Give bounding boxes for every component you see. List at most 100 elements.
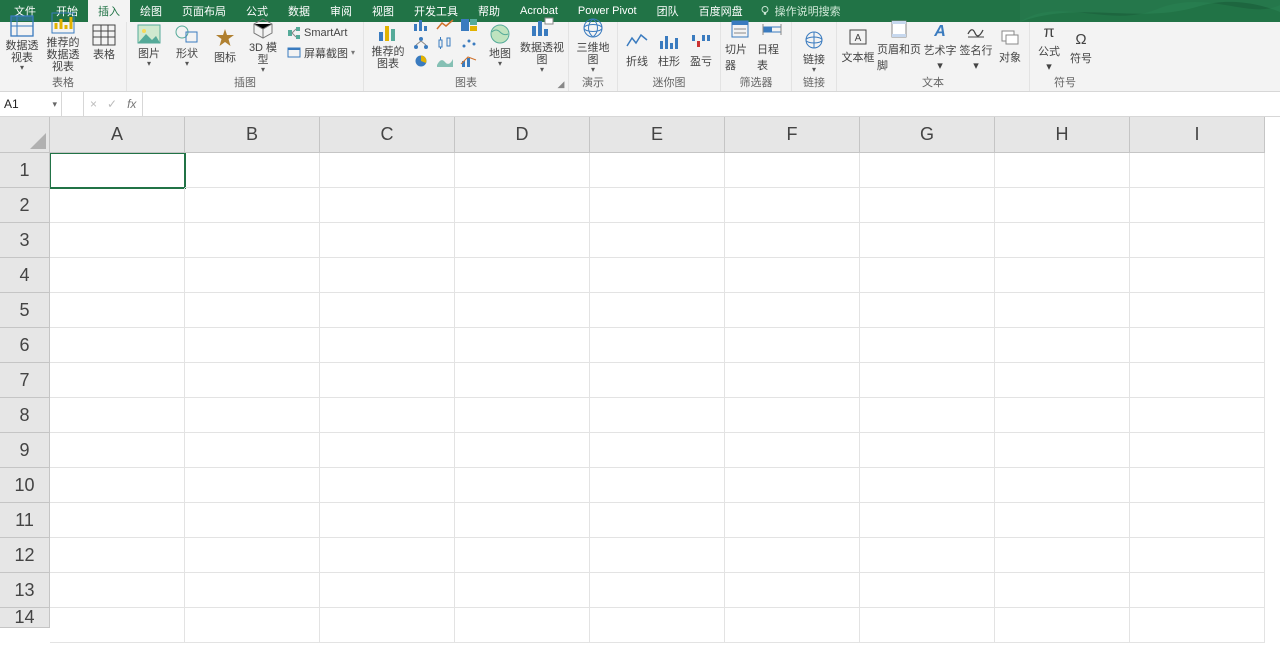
statistic-chart-button[interactable] [434,35,456,51]
cell[interactable] [185,608,320,643]
icons-button[interactable]: 图标 [207,23,243,64]
cell[interactable] [50,538,185,573]
cell[interactable] [725,223,860,258]
cell[interactable] [590,433,725,468]
cell[interactable] [725,503,860,538]
cell[interactable] [860,468,995,503]
recommended-pivot-button[interactable]: 推荐的数据透视表 [42,8,84,73]
cell[interactable] [860,398,995,433]
cell[interactable] [725,573,860,608]
cell[interactable] [455,258,590,293]
sparkline-line-button[interactable]: 折线 [622,30,652,69]
sparkline-winloss-button[interactable]: 盈亏 [686,30,716,69]
cell[interactable] [1130,363,1265,398]
row-header-4[interactable]: 4 [0,258,50,293]
cell[interactable] [995,153,1130,188]
row-header-1[interactable]: 1 [0,153,50,188]
cell[interactable] [320,153,455,188]
column-header-I[interactable]: I [1130,117,1265,153]
cell[interactable] [590,258,725,293]
object-button[interactable]: 对象 [995,26,1025,65]
charts-dialog-launcher[interactable]: ◢ [556,79,566,89]
cell[interactable] [725,363,860,398]
tab-team[interactable]: 团队 [647,0,689,22]
cell[interactable] [995,608,1130,643]
cell[interactable] [1130,328,1265,363]
cell[interactable] [590,188,725,223]
3dmodels-button[interactable]: 3D 模型 ▾ [245,13,281,73]
cell[interactable] [860,573,995,608]
cell[interactable] [995,503,1130,538]
textbox-button[interactable]: A 文本框 [841,26,875,65]
cell[interactable] [725,188,860,223]
column-header-D[interactable]: D [455,117,590,153]
cell[interactable] [860,188,995,223]
cell[interactable] [860,328,995,363]
enter-formula-icon[interactable]: ✓ [107,97,117,111]
cell[interactable] [320,468,455,503]
cell[interactable] [320,538,455,573]
cell[interactable] [860,538,995,573]
cell[interactable] [725,153,860,188]
cell[interactable] [860,363,995,398]
cell[interactable] [185,573,320,608]
cell[interactable] [320,258,455,293]
cell[interactable] [725,328,860,363]
name-box[interactable]: A1 ▾ [0,92,62,116]
cell[interactable] [1130,258,1265,293]
link-button[interactable]: 链接 ▾ [796,25,832,73]
row-header-9[interactable]: 9 [0,433,50,468]
headerfooter-button[interactable]: 页眉和页脚 [877,18,921,73]
cell[interactable] [860,153,995,188]
cell[interactable] [590,293,725,328]
column-header-G[interactable]: G [860,117,995,153]
row-header-8[interactable]: 8 [0,398,50,433]
cell[interactable] [185,503,320,538]
cell[interactable] [725,608,860,643]
combo-chart-button[interactable] [458,53,480,69]
cell[interactable] [455,328,590,363]
cell[interactable] [860,608,995,643]
cell[interactable] [455,223,590,258]
symbol-button[interactable]: Ω 符号 [1066,27,1096,66]
cell[interactable] [455,153,590,188]
cell[interactable] [995,538,1130,573]
cell[interactable] [995,433,1130,468]
row-header-3[interactable]: 3 [0,223,50,258]
cell[interactable] [995,363,1130,398]
cell[interactable] [590,608,725,643]
cell[interactable] [455,433,590,468]
column-header-A[interactable]: A [50,117,185,153]
column-chart-button[interactable] [410,17,432,33]
cell[interactable] [50,188,185,223]
scatter-chart-button[interactable] [458,35,480,51]
cell[interactable] [185,258,320,293]
cell[interactable] [50,608,185,643]
row-header-10[interactable]: 10 [0,468,50,503]
cell[interactable] [995,223,1130,258]
row-header-2[interactable]: 2 [0,188,50,223]
cell[interactable] [455,293,590,328]
smartart-button[interactable]: SmartArt [283,25,359,41]
cell[interactable] [50,468,185,503]
hierarchy-chart-button[interactable] [410,35,432,51]
cell[interactable] [185,538,320,573]
column-header-F[interactable]: F [725,117,860,153]
cell[interactable] [725,398,860,433]
cell[interactable] [50,293,185,328]
column-header-H[interactable]: H [995,117,1130,153]
cell[interactable] [185,398,320,433]
cell[interactable] [320,328,455,363]
column-header-C[interactable]: C [320,117,455,153]
cell[interactable] [50,433,185,468]
screenshot-button[interactable]: 屏幕截图 ▾ [283,44,359,62]
cell[interactable] [185,188,320,223]
cell[interactable] [995,398,1130,433]
sigline-button[interactable]: 签名行 ▾ [959,19,993,72]
cell[interactable] [590,538,725,573]
cell[interactable] [1130,398,1265,433]
timeline-button[interactable]: 日程表 [757,18,787,73]
cell[interactable] [185,153,320,188]
cell[interactable] [860,258,995,293]
maps-button[interactable]: 地图 ▾ [482,19,518,67]
